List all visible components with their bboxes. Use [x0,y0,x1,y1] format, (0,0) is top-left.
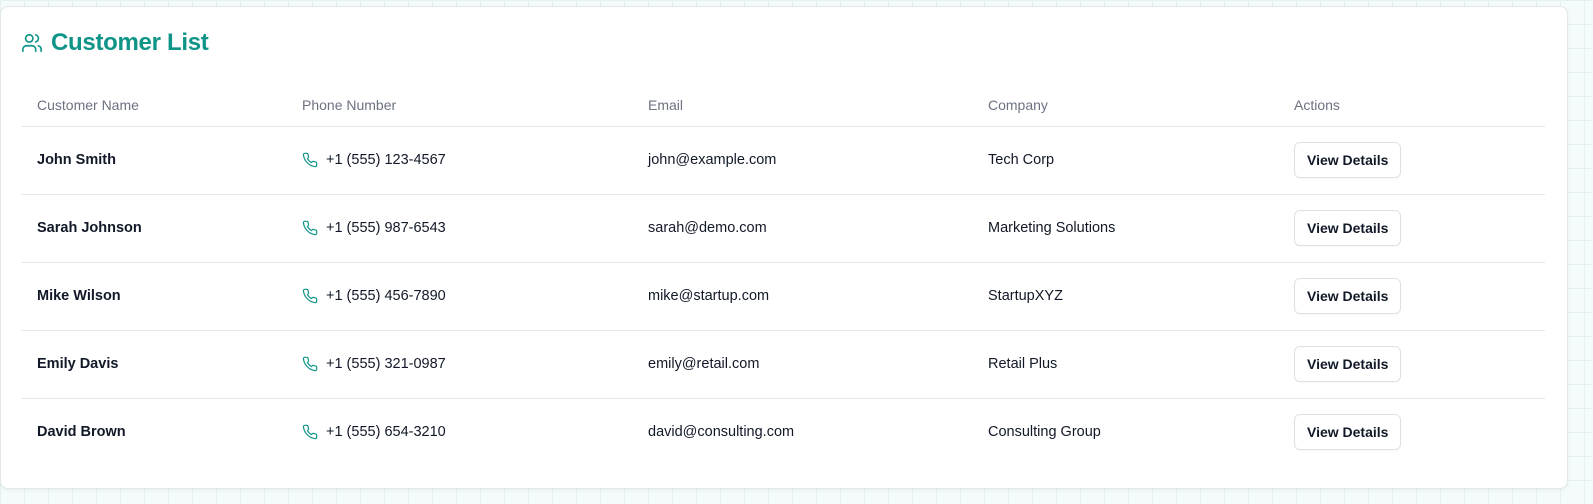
customer-table: Customer Name Phone Number Email Company… [21,85,1545,466]
email: sarah@demo.com [632,194,972,263]
phone-icon [302,288,318,304]
phone-cell: +1 (555) 321-0987 [286,330,632,399]
phone-number: +1 (555) 987-6543 [326,220,446,236]
customer-name: Emily Davis [21,330,286,399]
phone-icon [302,424,318,440]
actions-cell: View Details [1278,330,1545,399]
phone-icon [302,220,318,236]
view-details-button[interactable]: View Details [1294,278,1402,314]
email: mike@startup.com [632,262,972,331]
card-header: Customer List [21,27,209,59]
table-row: Sarah Johnson +1 (555) 987-6543 sarah@de… [21,194,1545,263]
column-header-email[interactable]: Email [632,85,972,127]
page-title: Customer List [51,29,209,56]
actions-cell: View Details [1278,398,1545,466]
table-row: Emily Davis +1 (555) 321-0987 emily@reta… [21,330,1545,399]
company: Consulting Group [988,424,1101,441]
view-details-button[interactable]: View Details [1294,414,1402,451]
phone-number: +1 (555) 456-7890 [326,288,446,304]
table-row: Mike Wilson +1 (555) 456-7890 mike@start… [21,262,1545,331]
phone-cell: +1 (555) 123-4567 [286,126,632,195]
email: john@example.com [632,126,972,195]
table-header-row: Customer Name Phone Number Email Company… [21,85,1545,127]
company: Retail Plus [972,330,1278,399]
phone-cell: +1 (555) 654-3210 [286,398,632,466]
company: Tech Corp [972,126,1278,195]
actions-cell: View Details [1278,126,1545,195]
phone-icon [302,356,318,372]
actions-cell: View Details [1278,262,1545,331]
phone-icon [302,152,318,168]
view-details-button[interactable]: View Details [1294,142,1402,178]
company: Marketing Solutions [972,194,1278,263]
column-header-company[interactable]: Company [972,85,1278,127]
customer-name: Mike Wilson [21,262,286,331]
column-header-phone-number[interactable]: Phone Number [286,85,632,127]
actions-cell: View Details [1278,194,1545,263]
phone-number: +1 (555) 654-3210 [326,424,446,441]
phone-number: +1 (555) 321-0987 [326,356,446,372]
view-details-button[interactable]: View Details [1294,346,1402,382]
email: emily@retail.com [632,330,972,399]
table-row: David Brown +1 (555) 654-3210 david@cons… [21,398,1545,466]
company: StartupXYZ [972,262,1278,331]
column-header-actions: Actions [1278,85,1545,127]
customer-name: Sarah Johnson [21,194,286,263]
phone-cell: +1 (555) 987-6543 [286,194,632,263]
view-details-button[interactable]: View Details [1294,210,1402,246]
column-header-customer-name[interactable]: Customer Name [21,85,286,127]
phone-number: +1 (555) 123-4567 [326,152,446,168]
customer-name: David Brown [37,424,126,441]
customer-list-card: Customer List Customer Name Phone Number… [0,6,1568,489]
table-row: John Smith +1 (555) 123-4567 john@exampl… [21,126,1545,195]
phone-cell: +1 (555) 456-7890 [286,262,632,331]
users-icon [21,32,43,54]
email: david@consulting.com [648,424,795,441]
customer-name: John Smith [21,126,286,195]
